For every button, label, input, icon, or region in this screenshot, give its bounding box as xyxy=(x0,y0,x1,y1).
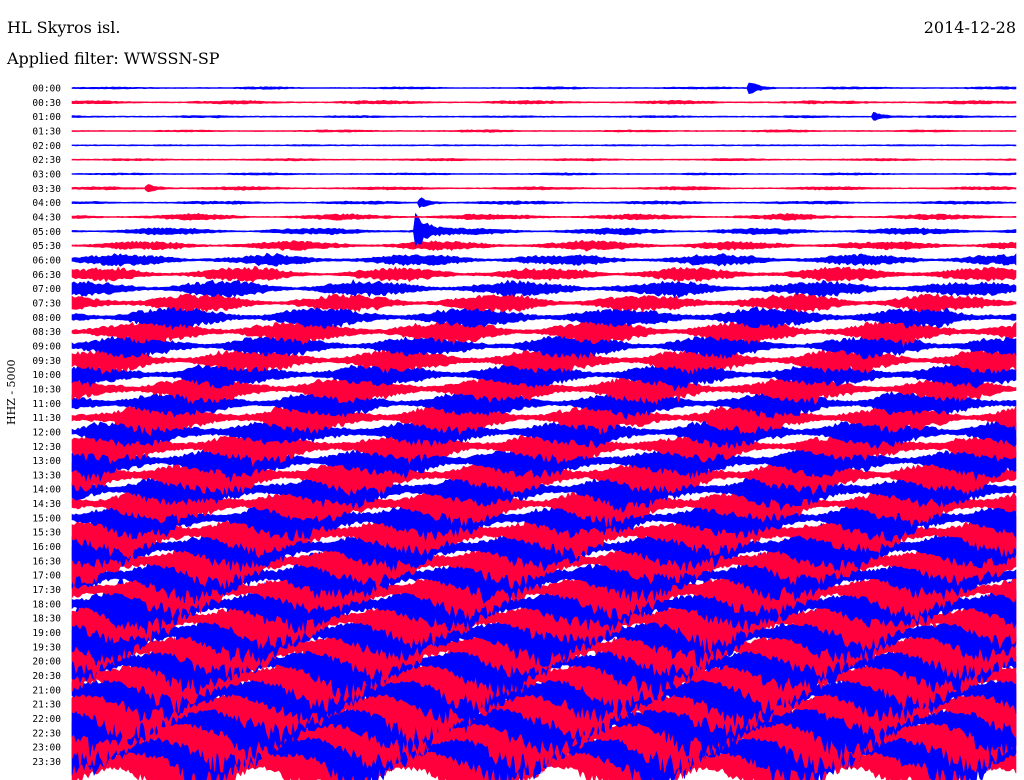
y-tick-label: 14:30 xyxy=(32,499,61,510)
y-tick-label: 17:30 xyxy=(32,585,61,596)
y-tick-label: 18:00 xyxy=(32,599,61,610)
y-tick-label: 20:00 xyxy=(32,657,61,668)
y-tick-label: 07:00 xyxy=(32,284,61,295)
trace-0530 xyxy=(71,239,1017,252)
y-tick-labels: 23:30 23:00 22:30 22:00 21:30 21:00 20:30 20:00… xyxy=(32,84,61,769)
y-tick-label: 22:00 xyxy=(32,714,61,725)
y-tick-label: 10:00 xyxy=(32,370,61,381)
y-tick-label: 12:30 xyxy=(32,442,61,453)
y-tick-label: 05:30 xyxy=(32,241,61,252)
y-tick-label: 02:00 xyxy=(32,141,61,152)
trace-0230 xyxy=(71,157,1017,162)
y-tick-label: 01:30 xyxy=(32,126,61,137)
seismogram-plot: 23:30 23:00 22:30 22:00 21:30 21:00 20:30 20:00… xyxy=(32,82,1017,780)
y-tick-label: 21:00 xyxy=(32,685,61,696)
trace-0000 xyxy=(71,82,1017,95)
y-tick-label: 20:30 xyxy=(32,671,61,682)
trace-0430 xyxy=(71,212,1017,221)
y-tick-label: 03:30 xyxy=(32,184,61,195)
y-tick-label: 14:00 xyxy=(32,485,61,496)
y-tick-label: 15:00 xyxy=(32,513,61,524)
y-tick-label: 13:00 xyxy=(32,456,61,467)
trace-0630 xyxy=(71,265,1017,283)
trace-group xyxy=(71,82,1017,780)
trace-0030 xyxy=(71,99,1017,105)
y-tick-label: 19:30 xyxy=(32,642,61,653)
y-tick-label: 07:30 xyxy=(32,298,61,309)
y-tick-label: 08:00 xyxy=(32,313,61,324)
y-tick-label: 22:30 xyxy=(32,728,61,739)
y-tick-label: 16:00 xyxy=(32,542,61,553)
trace-0330 xyxy=(71,184,1017,193)
y-tick-label: 23:30 xyxy=(32,757,61,768)
trace-0400 xyxy=(71,197,1017,209)
y-tick-label: 04:30 xyxy=(32,212,61,223)
y-tick-label: 09:30 xyxy=(32,356,61,367)
y-tick-label: 12:00 xyxy=(32,427,61,438)
y-tick-label: 17:00 xyxy=(32,571,61,582)
y-tick-label: 23:00 xyxy=(32,743,61,754)
y-tick-label: 19:00 xyxy=(32,628,61,639)
trace-0200 xyxy=(71,144,1017,147)
trace-0600 xyxy=(71,252,1017,267)
trace-0700 xyxy=(71,278,1017,299)
y-tick-label: 10:30 xyxy=(32,384,61,395)
y-tick-label: 09:00 xyxy=(32,341,61,352)
y-tick-label: 18:30 xyxy=(32,614,61,625)
y-tick-label: 05:00 xyxy=(32,227,61,238)
y-tick-label: 16:30 xyxy=(32,556,61,567)
y-tick-label: 06:00 xyxy=(32,255,61,266)
trace-0300 xyxy=(71,172,1017,176)
y-tick-label: 04:00 xyxy=(32,198,61,209)
y-tick-label: 13:30 xyxy=(32,470,61,481)
y-tick-label: 11:30 xyxy=(32,413,61,424)
y-tick-label: 00:00 xyxy=(32,84,61,95)
y-tick-label: 08:30 xyxy=(32,327,61,338)
y-tick-label: 03:00 xyxy=(32,169,61,180)
y-tick-label: 15:30 xyxy=(32,528,61,539)
y-tick-label: 21:30 xyxy=(32,700,61,711)
y-tick-label: 11:00 xyxy=(32,399,61,410)
y-tick-label: 06:30 xyxy=(32,270,61,281)
y-tick-label: 02:30 xyxy=(32,155,61,166)
y-tick-label: 01:00 xyxy=(32,112,61,123)
trace-0130 xyxy=(71,129,1017,133)
y-tick-label: 00:30 xyxy=(32,98,61,109)
trace-0100 xyxy=(71,111,1017,121)
